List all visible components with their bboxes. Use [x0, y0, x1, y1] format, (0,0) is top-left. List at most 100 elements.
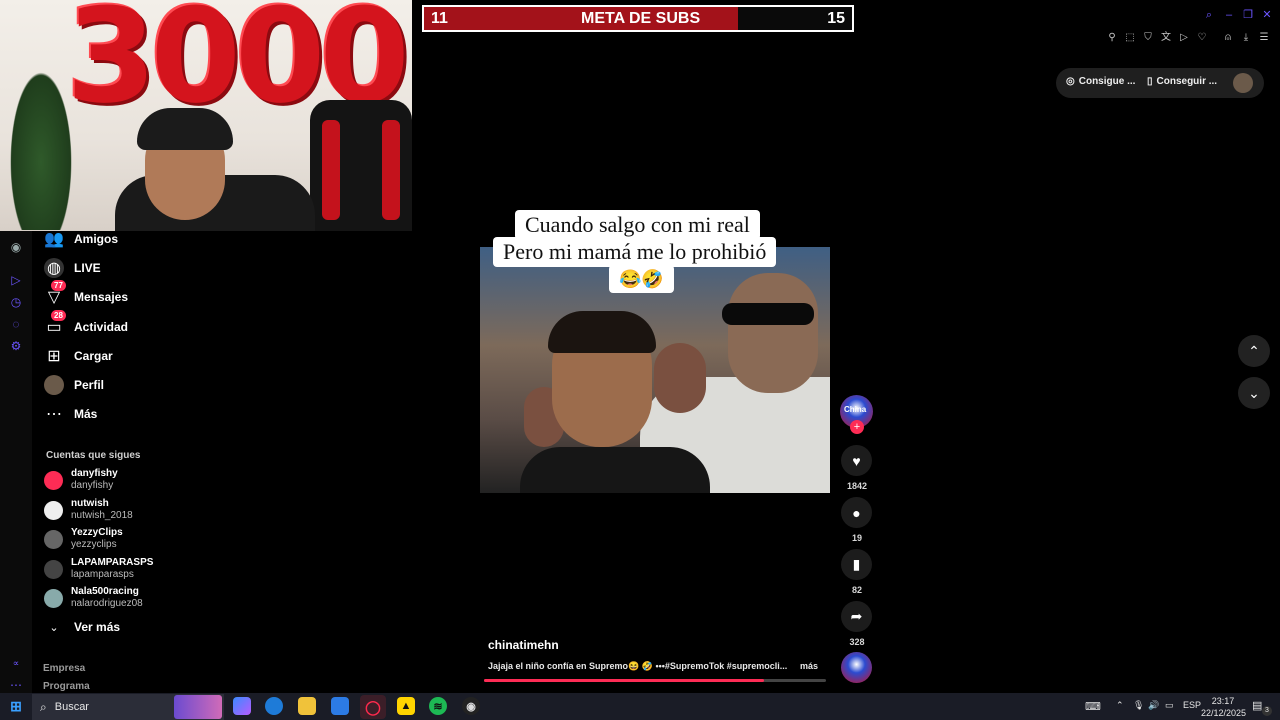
mail-icon[interactable] — [331, 697, 349, 715]
account-icon[interactable]: ⍝ — [1222, 32, 1234, 44]
screenshot-icon[interactable]: ⬚ — [1124, 32, 1136, 44]
sidebar-item-live[interactable]: ◍ LIVE — [44, 256, 101, 280]
minimize-icon[interactable]: – — [1223, 9, 1235, 21]
creator-avatar-text: China — [844, 405, 867, 414]
following-item[interactable]: YezzyClips yezzyclips — [44, 526, 123, 552]
following-item[interactable]: Nala500racing nalarodriguez08 — [44, 585, 143, 611]
following-item[interactable]: LAPAMPARASPS lapamparasps — [44, 556, 153, 582]
streamer — [115, 100, 315, 231]
download-icon[interactable]: ⤓ — [1240, 32, 1252, 44]
language-indicator[interactable]: ESP — [1183, 700, 1201, 710]
sub-goal-bar: 11 META DE SUBS 15 — [422, 5, 854, 32]
menu-icon[interactable]: ☰ — [1258, 32, 1270, 44]
account-handle: nutwish_2018 — [71, 510, 133, 521]
history-icon[interactable]: ◷ — [9, 295, 23, 309]
chevron-down-icon: ⌄ — [1248, 384, 1260, 401]
search-icon[interactable]: ⌕ — [1203, 9, 1215, 21]
gear-icon[interactable]: ⚙ — [9, 339, 23, 353]
obs-icon[interactable]: ◉ — [462, 697, 480, 715]
sidebar-item-label: Mensajes — [74, 290, 129, 304]
account-handle: lapamparasps — [71, 569, 134, 580]
opera-gx-taskbar-button[interactable]: ◯ — [360, 695, 386, 719]
sidebar-item-mensajes[interactable]: ▽ 77 Mensajes — [44, 280, 129, 309]
microphone-icon[interactable]: 🎙 — [1133, 700, 1144, 711]
profile-avatar — [44, 375, 64, 395]
get-coins-button[interactable]: ◎ Consigue ... — [1066, 76, 1135, 87]
discord-icon[interactable]: ◉ — [9, 240, 23, 254]
windows-start-icon[interactable]: ⊞ — [7, 697, 25, 715]
shield-icon[interactable]: ⛉ — [1142, 32, 1154, 44]
comment-button[interactable]: ● — [841, 497, 872, 528]
like-button[interactable]: ♥ — [841, 445, 872, 476]
live-icon: ◍ — [44, 258, 64, 278]
get-app-button[interactable]: ▯ Conseguir ... — [1147, 76, 1217, 87]
copilot-icon[interactable] — [233, 697, 251, 715]
sidebar-item-mas[interactable]: ⋯ Más — [44, 402, 97, 426]
phone-icon: ▯ — [1147, 76, 1153, 87]
video-progress-bar[interactable] — [484, 679, 826, 682]
save-button[interactable]: ▮ — [841, 549, 872, 580]
messages-badge: 77 — [51, 280, 66, 291]
get-coins-label: Consigue ... — [1078, 76, 1136, 87]
sticky-notes-icon[interactable]: ▲ — [397, 697, 415, 715]
video-caption-line: Cuando salgo con mi real — [515, 210, 760, 240]
clock-time[interactable]: 23:17 — [1206, 696, 1240, 706]
edge-icon[interactable] — [265, 697, 283, 715]
avatar — [44, 588, 63, 608]
file-explorer-icon[interactable] — [298, 697, 316, 715]
user-avatar[interactable] — [1233, 73, 1253, 93]
pin-icon[interactable]: ⚲ — [1106, 32, 1118, 44]
following-item[interactable]: danyfishy danyfishy — [44, 467, 118, 493]
get-app-label: Conseguir ... — [1156, 76, 1218, 87]
ellipsis-icon[interactable]: ⋯ — [9, 678, 23, 692]
follow-plus-icon[interactable]: + — [850, 420, 864, 434]
webcam-overlay: 3000 — [0, 0, 412, 231]
player-icon[interactable]: ▷ — [1178, 32, 1190, 44]
opera-gx-icon: ◯ — [365, 698, 381, 715]
next-video-button[interactable]: ⌄ — [1238, 377, 1270, 409]
messages-icon: ▽ 77 — [44, 280, 66, 307]
volume-icon[interactable]: 🔊 — [1148, 700, 1159, 711]
chat-icon[interactable]: ◌ — [9, 317, 23, 331]
account-handle: yezzyclips — [71, 539, 117, 550]
sidebar-item-actividad[interactable]: ▭ 28 Actividad — [44, 310, 129, 339]
share-count: 328 — [849, 637, 865, 647]
clock-date[interactable]: 22/12/2025 — [1201, 708, 1246, 718]
search-highlight-image — [174, 695, 222, 719]
account-handle: nalarodriguez08 — [71, 598, 143, 609]
previous-video-button[interactable]: ⌃ — [1238, 335, 1270, 367]
heart-icon[interactable]: ♡ — [1196, 32, 1208, 44]
more-button[interactable]: más — [800, 661, 818, 671]
close-icon[interactable]: ✕ — [1261, 9, 1273, 21]
translate-icon[interactable]: 文 — [1160, 32, 1172, 44]
save-count: 82 — [851, 585, 862, 595]
comment-icon: ● — [852, 504, 861, 521]
keyboard-icon[interactable]: ⌨ — [1085, 700, 1101, 713]
video-author[interactable]: chinatimehn — [488, 638, 559, 652]
sidebar-item-label: LIVE — [74, 261, 101, 275]
see-more-button[interactable]: ⌄ Ver más — [44, 615, 120, 639]
sidebar-item-cargar[interactable]: ⊞ Cargar — [44, 344, 112, 368]
network-icon[interactable]: ▭ — [1165, 700, 1174, 711]
sub-goal-target: 15 — [827, 10, 845, 27]
music-disc[interactable] — [841, 652, 872, 683]
avatar — [44, 529, 63, 549]
following-item[interactable]: nutwish nutwish_2018 — [44, 497, 133, 523]
chevron-down-icon: ⌄ — [49, 621, 59, 634]
chevron-up-icon[interactable]: ⌃ — [1116, 700, 1124, 711]
restore-icon[interactable]: ❐ — [1242, 9, 1254, 21]
search-icon: ⌕ — [40, 699, 47, 714]
footer-link-empresa[interactable]: Empresa — [43, 663, 85, 674]
sidebar-item-label: Más — [74, 407, 98, 421]
account-handle: danyfishy — [71, 480, 114, 491]
sidebar-item-label: Actividad — [74, 320, 129, 334]
extension-icon[interactable]: ∝ — [9, 656, 23, 670]
share-button[interactable]: ➦ — [841, 601, 872, 632]
play-icon[interactable]: ▷ — [9, 273, 23, 287]
sidebar-item-amigos[interactable]: 👥 Amigos — [44, 227, 118, 251]
sidebar-item-perfil[interactable]: Perfil — [44, 373, 104, 397]
notification-icon[interactable]: ▤ — [1252, 699, 1262, 712]
footer-link-programa[interactable]: Programa — [43, 681, 90, 692]
activity-icon: ▭ 28 — [44, 310, 66, 337]
spotify-icon[interactable]: ≋ — [429, 697, 447, 715]
